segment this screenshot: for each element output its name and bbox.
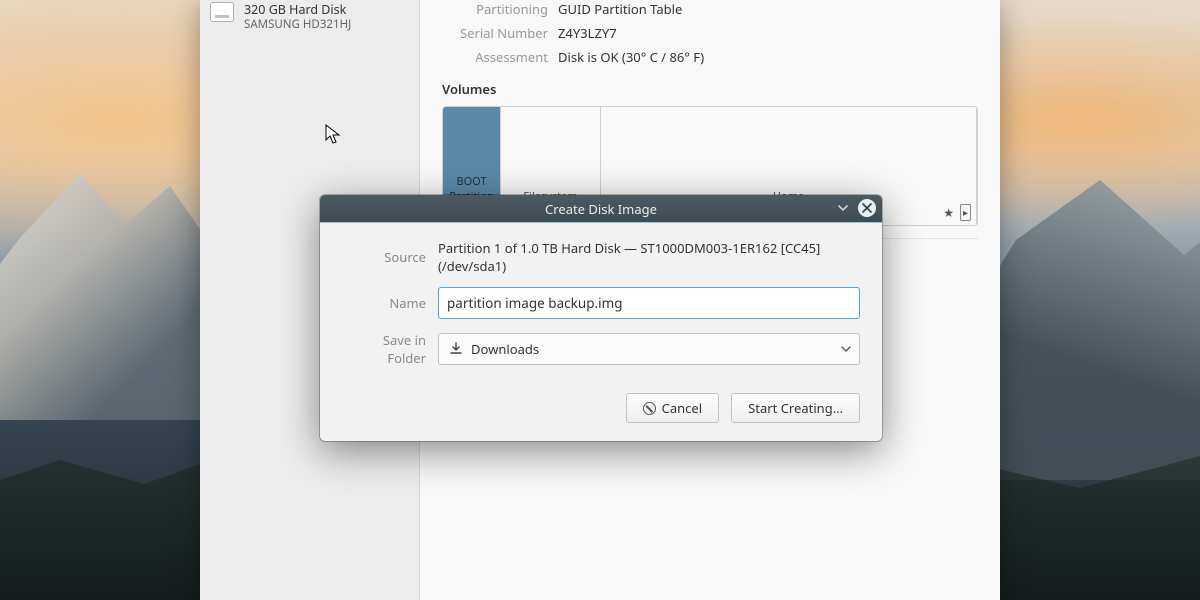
cancel-label: Cancel	[662, 399, 702, 417]
minimize-button[interactable]	[834, 199, 852, 217]
dialog-title: Create Disk Image	[545, 200, 657, 218]
create-disk-image-dialog: Create Disk Image Source Partition 1 of …	[320, 195, 882, 441]
dialog-actions: Cancel Start Creating…	[320, 387, 882, 441]
row-name: Name	[342, 287, 860, 319]
drive-text-block: 320 GB Hard Disk SAMSUNG HD321HJ	[244, 2, 351, 32]
assessment-label: Assessment	[438, 48, 558, 66]
close-button[interactable]	[858, 199, 876, 217]
partitioning-label: Partitioning	[438, 0, 558, 18]
drive-title: 320 GB Hard Disk	[244, 2, 351, 18]
save-folder-selector[interactable]: Downloads	[438, 333, 860, 365]
start-label: Start Creating…	[748, 399, 843, 417]
sidebar-drive-item[interactable]: 320 GB Hard Disk SAMSUNG HD321HJ	[200, 0, 419, 42]
prohibit-icon	[643, 402, 656, 415]
star-icon[interactable]: ★	[943, 204, 954, 221]
dialog-titlebar[interactable]: Create Disk Image	[320, 195, 882, 223]
window-controls	[834, 199, 876, 217]
source-value: Partition 1 of 1.0 TB Hard Disk — ST1000…	[438, 239, 860, 275]
row-folder: Save in Folder Downloads	[342, 331, 860, 367]
volumes-heading: Volumes	[442, 80, 982, 98]
start-creating-button[interactable]: Start Creating…	[731, 393, 860, 423]
source-label: Source	[342, 248, 438, 266]
serial-label: Serial Number	[438, 24, 558, 42]
volume-boot-name: BOOT	[456, 174, 486, 189]
folder-value: Downloads	[471, 340, 539, 358]
assessment-value: Disk is OK (30° C / 86° F)	[558, 48, 704, 66]
name-label: Name	[342, 294, 438, 312]
volume-menu-icon[interactable]: ▸	[960, 204, 971, 221]
serial-value: Z4Y3LZY7	[558, 24, 617, 42]
info-row-serial: Serial Number Z4Y3LZY7	[438, 24, 982, 42]
folder-label: Save in Folder	[342, 331, 438, 367]
info-row-assessment: Assessment Disk is OK (30° C / 86° F)	[438, 48, 982, 66]
hdd-icon	[210, 2, 234, 22]
image-name-input[interactable]	[438, 287, 860, 319]
download-icon	[449, 342, 463, 356]
chevron-down-icon	[841, 340, 851, 358]
info-row-partitioning: Partitioning GUID Partition Table	[438, 0, 982, 18]
volume-controls: ★ ▸	[943, 204, 971, 221]
partitioning-value: GUID Partition Table	[558, 0, 682, 18]
dialog-body: Source Partition 1 of 1.0 TB Hard Disk —…	[320, 223, 882, 387]
chevron-down-icon	[837, 202, 849, 214]
close-icon	[862, 203, 872, 213]
row-source: Source Partition 1 of 1.0 TB Hard Disk —…	[342, 239, 860, 275]
drive-model: SAMSUNG HD321HJ	[244, 18, 351, 32]
cancel-button[interactable]: Cancel	[626, 393, 719, 423]
